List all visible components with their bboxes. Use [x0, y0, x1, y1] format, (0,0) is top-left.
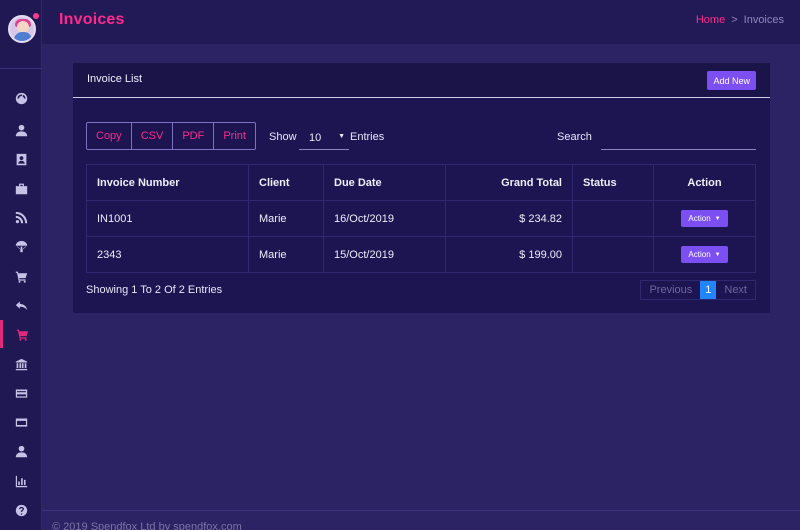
pagination-info: Showing 1 To 2 Of 2 Entries: [86, 284, 223, 296]
copy-button[interactable]: Copy: [87, 123, 132, 149]
cell-status: [572, 236, 654, 273]
sidebar-item-reports[interactable]: [0, 467, 42, 495]
table-row: IN1001 Marie 16/Oct/2019 $ 234.82 Action…: [86, 200, 756, 237]
bank-icon: [15, 358, 27, 370]
table-header-row: Invoice Number Client Due Date Grand Tot…: [86, 164, 756, 201]
sidebar-divider: [0, 68, 42, 69]
avatar-logo[interactable]: [8, 13, 39, 43]
search-input[interactable]: [601, 127, 756, 150]
cart-active-icon: [16, 329, 29, 341]
column-header-invoice-number[interactable]: Invoice Number: [86, 164, 249, 201]
action-dropdown-button[interactable]: Action ▼: [681, 210, 728, 227]
action-label: Action: [688, 250, 711, 259]
card-title: Invoice List: [87, 73, 143, 85]
table-row: 2343 Marie 15/Oct/2019 $ 199.00 Action ▼: [86, 236, 756, 273]
pdf-button[interactable]: PDF: [173, 123, 215, 149]
cell-grand-total: $ 199.00: [445, 236, 573, 273]
column-header-grand-total[interactable]: Grand Total: [445, 164, 573, 201]
sidebar-item-feed[interactable]: [0, 203, 42, 231]
cell-invoice-number: 2343: [86, 236, 249, 273]
pagination: Previous 1 Next: [640, 280, 756, 300]
export-button-group: Copy CSV PDF Print: [86, 122, 256, 150]
cell-client: Marie: [248, 200, 324, 237]
action-dropdown-button[interactable]: Action ▼: [681, 246, 728, 263]
sidebar-item-parachute[interactable]: [0, 232, 42, 260]
cell-grand-total: $ 234.82: [445, 200, 573, 237]
credit-card-icon: [15, 388, 27, 398]
breadcrumb-separator: >: [731, 14, 738, 26]
print-button[interactable]: Print: [214, 123, 255, 149]
bar-chart-icon: [15, 475, 27, 487]
entries-label: Entries: [350, 131, 385, 143]
user-icon: [15, 124, 27, 136]
rss-icon: [15, 211, 27, 223]
sidebar-item-bank[interactable]: [0, 350, 42, 378]
sidebar-item-contacts[interactable]: [0, 145, 42, 173]
sidebar-item-users[interactable]: [0, 116, 42, 144]
online-dot: [33, 13, 39, 19]
sidebar-item-invoices[interactable]: [0, 320, 42, 348]
invoice-list-card: Invoice List Add New Copy CSV PDF Print …: [73, 63, 770, 313]
search-label: Search: [557, 131, 592, 143]
sidebar-item-projects[interactable]: [0, 174, 42, 202]
page-title: Invoices: [59, 11, 125, 28]
sidebar: [0, 0, 42, 530]
breadcrumb: Home > Invoices: [696, 14, 784, 26]
card-icon: [15, 417, 27, 427]
caret-down-icon: ▼: [714, 215, 721, 222]
entries-value: 10: [309, 132, 322, 144]
footer: © 2019 Spendfox Ltd by spendfox.com: [42, 510, 800, 530]
caret-down-icon: ▼: [338, 133, 345, 140]
sidebar-item-help[interactable]: [0, 496, 42, 524]
cell-action: Action ▼: [653, 200, 756, 237]
cell-due-date: 15/Oct/2019: [323, 236, 446, 273]
contact-card-icon: [16, 153, 26, 165]
help-icon: [15, 504, 27, 516]
breadcrumb-current: Invoices: [743, 14, 784, 26]
column-header-due-date[interactable]: Due Date: [323, 164, 446, 201]
dashboard-icon: [15, 92, 27, 104]
reply-all-icon: [15, 300, 27, 310]
breadcrumb-home-link[interactable]: Home: [696, 14, 725, 26]
entries-select[interactable]: 10 ▼: [299, 127, 349, 150]
card-header: Invoice List Add New: [73, 63, 770, 98]
show-label: Show: [269, 131, 297, 143]
caret-down-icon: ▼: [714, 251, 721, 258]
add-new-button[interactable]: Add New: [707, 71, 756, 90]
cell-client: Marie: [248, 236, 324, 273]
sidebar-item-payments[interactable]: [0, 379, 42, 407]
column-header-status[interactable]: Status: [572, 164, 654, 201]
action-label: Action: [688, 214, 711, 223]
user-tie-icon: [15, 445, 27, 457]
top-bar: Invoices Home > Invoices: [42, 0, 800, 44]
parachute-icon: [15, 240, 27, 252]
cart-icon: [15, 271, 27, 283]
previous-page-button[interactable]: Previous: [641, 281, 700, 299]
invoice-table: Invoice Number Client Due Date Grand Tot…: [86, 164, 756, 273]
sidebar-item-cards[interactable]: [0, 408, 42, 436]
sidebar-item-shop[interactable]: [0, 262, 42, 290]
column-header-action[interactable]: Action: [653, 164, 756, 201]
briefcase-icon: [15, 183, 27, 194]
page-1-button[interactable]: 1: [700, 281, 717, 299]
cell-status: [572, 200, 654, 237]
sidebar-item-dashboard[interactable]: [0, 84, 42, 112]
csv-button[interactable]: CSV: [132, 123, 174, 149]
cell-action: Action ▼: [653, 236, 756, 273]
next-page-button[interactable]: Next: [716, 281, 755, 299]
cell-due-date: 16/Oct/2019: [323, 200, 446, 237]
sidebar-item-replies[interactable]: [0, 291, 42, 319]
column-header-client[interactable]: Client: [248, 164, 324, 201]
sidebar-item-staff[interactable]: [0, 437, 42, 465]
cell-invoice-number: IN1001: [86, 200, 249, 237]
